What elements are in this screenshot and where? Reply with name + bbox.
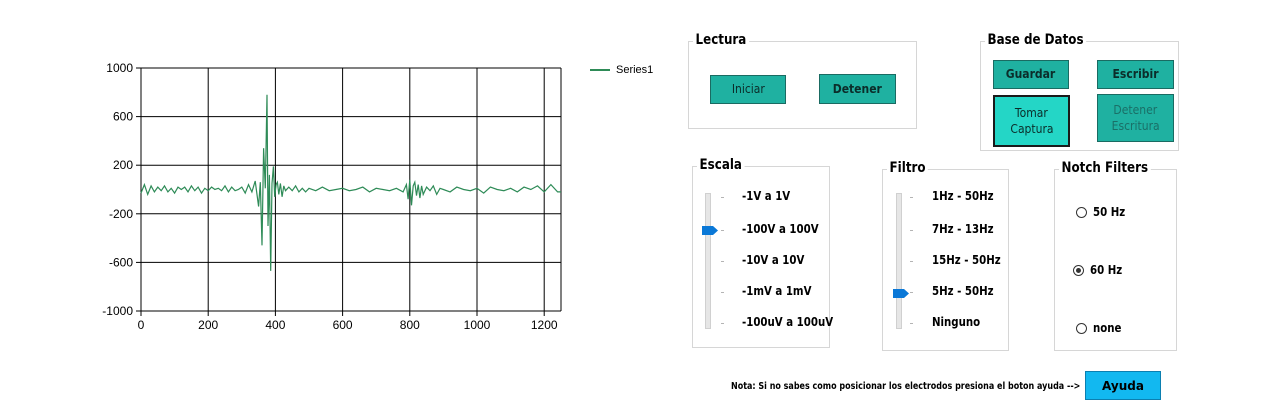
notch-group: Notch Filters 50 Hz 60 Hz none: [1054, 160, 1177, 351]
take-capture-label-1: Tomar: [1015, 105, 1048, 120]
help-button[interactable]: Ayuda: [1085, 371, 1161, 400]
escala-option[interactable]: -100V a 100V: [742, 222, 819, 236]
stop-write-label-2: Escritura: [1111, 119, 1160, 133]
notch-option-none[interactable]: none: [1076, 321, 1126, 335]
lectura-title: Lectura: [693, 32, 749, 48]
y-tick-label: -600: [109, 255, 133, 269]
stop-write-label-1: Detener: [1113, 102, 1158, 117]
escala-option[interactable]: -100uV a 100uV: [742, 315, 833, 329]
filtro-option[interactable]: 5Hz - 50Hz: [932, 284, 994, 298]
filtro-option[interactable]: 15Hz - 50Hz: [932, 253, 1001, 267]
series-line: [140, 94, 561, 271]
signal-chart: 1000 600 200 -200 -600 -1000 0 200 400 600 800 1000…: [90, 55, 680, 345]
y-tick-label: 600: [113, 110, 133, 124]
x-tick-label: 400: [265, 318, 285, 332]
filtro-option[interactable]: Ninguno: [932, 315, 980, 329]
x-tick-label: 600: [333, 318, 353, 332]
help-note: Nota: Si no sabes como posicionar los el…: [731, 381, 1081, 392]
x-tick-label: 0: [138, 318, 145, 332]
filtro-slider-thumb[interactable]: [892, 288, 910, 299]
start-button[interactable]: Iniciar: [710, 75, 786, 104]
filtro-tick: [910, 230, 913, 231]
escala-option[interactable]: -10V a 10V: [742, 253, 804, 267]
write-button-label: Escribir: [1112, 67, 1159, 82]
escala-option[interactable]: -1V a 1V: [742, 189, 790, 203]
x-tick-label: 1200: [531, 318, 558, 332]
notch-option-60hz[interactable]: 60 Hz: [1073, 263, 1128, 277]
stop-button[interactable]: Detener: [819, 74, 896, 104]
filtro-group: Filtro 1Hz - 50Hz 7Hz - 13Hz 15Hz - 50Hz…: [882, 160, 1009, 351]
radio-label: 50 Hz: [1093, 205, 1126, 219]
database-group: Base de Datos Guardar Escribir Tomar Cap…: [980, 32, 1179, 151]
filtro-tick: [910, 323, 913, 324]
escala-tick: [721, 292, 724, 293]
stop-button-label: Detener: [832, 81, 883, 96]
escala-title: Escala: [697, 157, 745, 173]
save-button[interactable]: Guardar: [993, 60, 1069, 89]
filtro-option[interactable]: 1Hz - 50Hz: [932, 189, 994, 203]
filtro-tick: [910, 197, 913, 198]
write-button[interactable]: Escribir: [1097, 60, 1174, 89]
chart-svg: 1000 600 200 -200 -600 -1000 0 200 400 600 800 1000…: [102, 61, 562, 332]
radio-button[interactable]: [1076, 206, 1087, 218]
legend-line-swatch: [590, 69, 610, 71]
filtro-tick: [910, 292, 913, 293]
escala-tick: [721, 323, 724, 324]
x-tick-label: 200: [198, 318, 218, 332]
y-tick-label: 200: [113, 158, 133, 172]
chart-legend: Series1: [590, 64, 653, 76]
escala-group: Escala -1V a 1V -100V a 100V -10V a 10V …: [692, 157, 833, 348]
filtro-tick: [910, 261, 913, 262]
database-title: Base de Datos: [985, 32, 1087, 48]
take-capture-label-2: Captura: [1009, 122, 1054, 136]
radio-label: none: [1093, 321, 1122, 335]
lectura-group: Lectura Iniciar Detener: [688, 32, 917, 129]
y-tick-label: 1000: [106, 61, 133, 75]
radio-button[interactable]: [1076, 322, 1087, 334]
radio-label: 60 Hz: [1090, 263, 1123, 277]
filtro-title: Filtro: [887, 160, 929, 176]
save-button-label: Guardar: [1006, 67, 1056, 82]
escala-tick: [721, 197, 724, 198]
stop-write-button[interactable]: Detener Escritura: [1097, 94, 1174, 142]
escala-tick: [721, 261, 724, 262]
notch-option-50hz[interactable]: 50 Hz: [1076, 205, 1131, 219]
y-tick-label: -200: [109, 207, 133, 221]
y-tick-label: -1000: [102, 304, 133, 318]
take-capture-button[interactable]: Tomar Captura: [993, 95, 1070, 147]
escala-option[interactable]: -1mV a 1mV: [742, 284, 811, 298]
escala-slider-track[interactable]: [705, 193, 711, 329]
help-button-label: Ayuda: [1102, 378, 1144, 393]
filtro-option[interactable]: 7Hz - 13Hz: [932, 222, 994, 236]
legend-label: Series1: [616, 64, 654, 76]
radio-button-checked[interactable]: [1073, 264, 1084, 276]
notch-title: Notch Filters: [1059, 160, 1151, 176]
filtro-slider-track[interactable]: [896, 193, 902, 329]
escala-tick: [721, 230, 724, 231]
start-button-label: Iniciar: [731, 82, 765, 97]
x-tick-label: 800: [400, 318, 420, 332]
escala-slider-thumb[interactable]: [701, 225, 719, 236]
x-tick-label: 1000: [464, 318, 491, 332]
